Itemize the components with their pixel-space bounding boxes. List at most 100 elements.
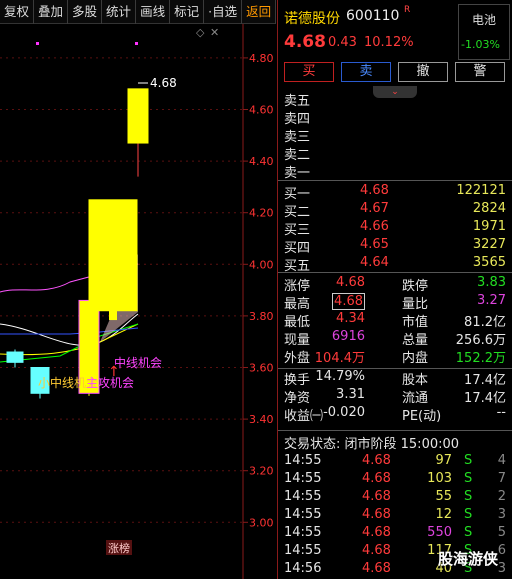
bid-label: 买二	[284, 205, 311, 220]
stat-label: 净资	[284, 391, 311, 406]
tick-time: 14:55	[284, 543, 322, 558]
buy-button[interactable]: 买	[284, 62, 334, 82]
stock-name: 诺德股份	[284, 11, 340, 27]
candle-body[interactable]	[88, 199, 138, 312]
bid-volume: 1971	[472, 219, 506, 234]
toolbar-item[interactable]: 画线	[136, 0, 171, 24]
sell-button[interactable]: 卖	[341, 62, 391, 82]
kline-chart[interactable]: ◇ ✕ 4.80 4.60 4.40 4.20 4.00 3.80 3.60 3.40 3.20…	[0, 24, 276, 579]
tick-volume: 550	[427, 525, 452, 540]
tick-price: 4.68	[362, 471, 391, 486]
stat-label: 换手	[284, 373, 311, 388]
stat-value: -0.020	[323, 405, 365, 420]
axis-tick-label: 4.00	[249, 258, 274, 271]
stat-label: 内盘	[402, 351, 429, 366]
axis-tick-label: 3.00	[249, 516, 274, 529]
tick-count: 6	[497, 543, 506, 558]
ask-label: 卖四	[284, 112, 311, 127]
stat-value: 104.4万	[314, 351, 365, 366]
axis-tick-label: 3.60	[249, 362, 274, 375]
stat-label: 最高	[284, 297, 311, 312]
axis-tick-label: 3.80	[249, 310, 274, 323]
stat-value: 17.4亿	[464, 373, 506, 388]
tick-time: 14:55	[284, 525, 322, 540]
stat-label: 收益㈠	[284, 409, 324, 424]
bid-label: 买一	[284, 187, 311, 202]
tick-side: S	[464, 489, 473, 504]
tick-count: 4	[497, 453, 506, 468]
stat-label: 涨停	[284, 279, 311, 294]
stat-value: 152.2万	[455, 351, 506, 366]
bid-volume: 122121	[456, 183, 506, 198]
tick-price: 4.68	[362, 507, 391, 522]
stat-label: 市值	[402, 315, 429, 330]
toolbar-item[interactable]: 多股	[68, 0, 103, 24]
cancel-button[interactable]: 撤	[398, 62, 448, 82]
ask-label: 卖五	[284, 94, 311, 109]
chart-toolbar: 复权 叠加 多股 统计 画线 标记 ·自选 返回	[0, 0, 277, 24]
tick-price: 4.68	[362, 489, 391, 504]
tick-price: 4.68	[362, 525, 391, 540]
margin-badge: R	[404, 5, 411, 15]
tick-count: 3	[497, 507, 506, 522]
bid-price: 4.65	[360, 237, 389, 252]
tick-side: S	[464, 471, 473, 486]
ask-label: 卖三	[284, 130, 311, 145]
toolbar-item[interactable]: 统计	[102, 0, 137, 24]
stat-label: 总量	[402, 333, 429, 348]
toolbar-item[interactable]: 返回	[242, 0, 277, 24]
close-icon[interactable]: ✕	[210, 26, 219, 39]
tick-time: 14:55	[284, 471, 322, 486]
bid-price: 4.67	[360, 201, 389, 216]
tick-side: S	[464, 507, 473, 522]
marker-dot	[36, 42, 39, 45]
stat-value: 81.2亿	[464, 315, 506, 330]
price-axis: 4.80 4.60 4.40 4.20 4.00 3.80 3.60 3.40 3.20 3.00	[243, 52, 274, 529]
tick-price: 4.68	[362, 543, 391, 558]
tick-price: 4.68	[362, 561, 391, 576]
last-price: 4.68	[284, 32, 326, 52]
candles	[6, 88, 149, 399]
toolbar-item[interactable]: 标记	[170, 0, 205, 24]
bid-price: 4.66	[360, 219, 389, 234]
stat-value: 14.79%	[315, 369, 365, 384]
stat-value: 6916	[331, 329, 365, 344]
tick-count: 3	[497, 561, 506, 576]
candle-stub	[109, 309, 117, 321]
bid-volume: 2824	[472, 201, 506, 216]
stat-label: 最低	[284, 315, 311, 330]
candle-body[interactable]	[127, 88, 149, 144]
bid-volume: 3565	[472, 255, 506, 270]
tick-side: S	[464, 453, 473, 468]
axis-tick-label: 3.40	[249, 413, 274, 426]
high-price-label: 4.68	[150, 76, 177, 90]
toolbar-item[interactable]: ·自选	[204, 0, 243, 24]
tick-time: 14:55	[284, 507, 322, 522]
diamond-icon[interactable]: ◇	[196, 26, 205, 39]
axis-tick-label: 4.20	[249, 207, 274, 220]
tick-count: 5	[497, 525, 506, 540]
axis-tick-label: 3.20	[249, 465, 274, 478]
stat-value: 3.27	[477, 293, 506, 308]
stat-label: 外盘	[284, 351, 311, 366]
stat-label: 股本	[402, 373, 429, 388]
price-change-pct: 10.12%	[364, 35, 414, 50]
ask-label: 卖一	[284, 166, 311, 181]
stat-value: 3.83	[477, 275, 506, 290]
tick-side: S	[464, 525, 473, 540]
toolbar-item[interactable]: 复权	[0, 0, 35, 24]
tick-time: 14:55	[284, 489, 322, 504]
sector-name: 电池	[472, 13, 497, 27]
rank-tag-label: 涨榜	[108, 541, 130, 555]
watermark: 股海游侠	[438, 550, 499, 568]
alert-button[interactable]: 警	[455, 62, 505, 82]
stat-label: 现量	[284, 333, 311, 348]
axis-tick-label: 4.80	[249, 52, 274, 65]
tick-volume: 97	[435, 453, 452, 468]
collapse-chevron-icon[interactable]: ⌄	[373, 86, 417, 98]
stat-value: 4.68	[336, 275, 365, 290]
trading-status: 交易状态: 闭市阶段 15:00:00	[284, 437, 460, 452]
toolbar-item[interactable]: 叠加	[34, 0, 69, 24]
sector-box[interactable]: 电池 -1.03%	[458, 4, 510, 60]
candle-body[interactable]	[6, 351, 24, 363]
